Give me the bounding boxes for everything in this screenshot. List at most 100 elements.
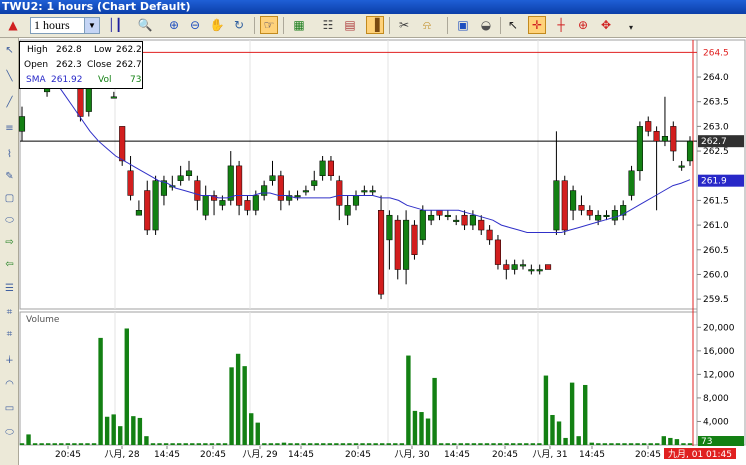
candle-body [352, 195, 360, 206]
time-tick-label: 20:45 [200, 450, 226, 460]
volume-bar [32, 443, 38, 445]
time-tick-label: 20:45 [492, 450, 518, 460]
low-value: 262.2 [116, 45, 142, 55]
volume-bar [72, 443, 77, 445]
price-tick-label: 261.5 [703, 196, 729, 206]
candle-body [519, 264, 527, 267]
volume-bar [471, 443, 477, 445]
volume-bar [609, 443, 614, 445]
candle-body [227, 165, 234, 201]
candle-body [311, 180, 318, 186]
candle-body [18, 116, 26, 132]
candle-body [561, 180, 568, 231]
volume-bar [589, 442, 594, 445]
candle-body [686, 140, 694, 162]
last-close-label: 262.7 [701, 137, 727, 147]
volume-bar [452, 443, 457, 445]
volume-bar [242, 366, 247, 445]
candle-body [361, 190, 368, 193]
volume-pane [19, 311, 698, 446]
time-tick-label: 14:45 [579, 450, 605, 460]
volume-bar [229, 367, 234, 445]
candle-body [194, 180, 201, 201]
price-info-box: High 262.8 Low 262.2 Open 262.3 Close 26… [19, 41, 143, 89]
candle-body [219, 200, 226, 206]
candle-body [419, 210, 426, 241]
volume-bar [425, 418, 431, 445]
time-tick-label: 14:45 [154, 450, 180, 460]
vol-label: Vol [98, 75, 112, 85]
volume-bar [163, 443, 169, 445]
volume-bar [530, 443, 536, 445]
volume-bar [131, 416, 136, 445]
candle-body [469, 214, 476, 226]
volume-bar [681, 443, 686, 445]
sma-tag-label: 261.9 [701, 177, 727, 187]
volume-bar [209, 443, 215, 445]
candle-body [269, 175, 276, 181]
volume-bar [399, 443, 405, 445]
price-tick-label: 259.5 [703, 295, 729, 305]
volume-bar [524, 443, 529, 445]
volume-bar [85, 443, 90, 445]
volume-bar [419, 412, 424, 445]
volume-last-label: 73 [701, 437, 712, 447]
volume-bar [124, 328, 129, 445]
candle-body [85, 86, 92, 112]
volume-tick-label: 8,000 [703, 394, 729, 404]
sma-value: 261.92 [51, 75, 83, 85]
volume-bar [622, 443, 627, 445]
candle-body [185, 170, 193, 176]
volume-bar [235, 353, 241, 445]
volume-bar [307, 443, 313, 445]
volume-bar [628, 443, 634, 445]
high-value: 262.8 [56, 45, 82, 55]
time-tick-label: 八月, 30 [394, 449, 429, 460]
candle [419, 205, 426, 245]
candle-body [461, 214, 468, 226]
volume-bar [517, 443, 522, 445]
candle-body [428, 214, 435, 221]
candle-body [336, 180, 343, 206]
volume-bar [216, 443, 221, 445]
candle-body [177, 175, 184, 181]
volume-bar [563, 437, 568, 445]
candle-body [110, 96, 117, 99]
candle [394, 215, 401, 280]
volume-bar [190, 443, 195, 445]
price-tick-label: 261.0 [703, 221, 729, 231]
price-tick-label: 260.0 [703, 270, 729, 280]
volume-bar [596, 443, 601, 445]
volume-bar [497, 443, 503, 445]
high-label: High [27, 45, 48, 55]
candle-body [436, 210, 443, 216]
vol-value: 73 [130, 75, 142, 85]
time-tick-label: 八月, 29 [242, 449, 277, 460]
time-tick-label: 14:45 [288, 450, 314, 460]
alert-label: 264.5 [703, 48, 729, 58]
volume-bar [432, 377, 437, 445]
volume-bar [340, 443, 346, 445]
candle-body [244, 200, 251, 211]
volume-bar [635, 443, 640, 445]
candle-body [144, 190, 151, 231]
candle [152, 175, 159, 235]
candle-body [152, 180, 159, 231]
volume-bar [59, 443, 64, 445]
volume-bar [52, 443, 57, 445]
volume-bar [615, 443, 621, 445]
low-label: Low [94, 45, 112, 55]
volume-bar [176, 443, 182, 445]
time-tick-label: 14:45 [444, 450, 470, 460]
open-label: Open [24, 60, 49, 70]
candle-body [344, 205, 351, 216]
volume-bar [537, 443, 542, 445]
time-cursor-label: 九月, 01 01:45 [668, 449, 732, 460]
time-tick-label: 20:45 [55, 450, 81, 460]
candle-body [478, 219, 485, 231]
candle [378, 195, 385, 300]
candle-body [636, 126, 643, 172]
volume-bar [78, 443, 84, 445]
volume-bar [26, 434, 31, 445]
volume-tick-label: 4,000 [703, 417, 729, 427]
